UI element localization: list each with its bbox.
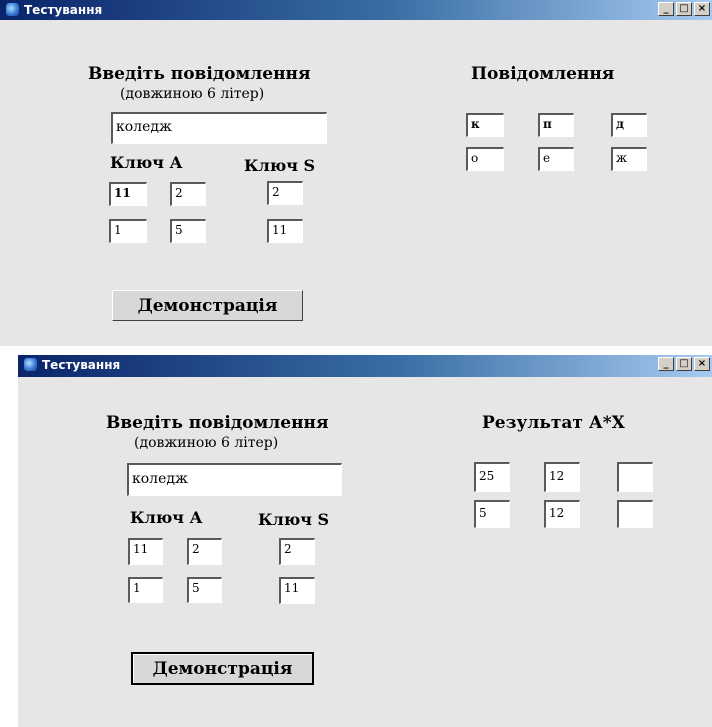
key-s-label: Ключ S <box>258 510 330 529</box>
key-s-cell-2[interactable]: 11 <box>279 577 315 604</box>
title-bar[interactable]: Тестування _ □ × <box>18 355 712 377</box>
key-a-cell-1-1[interactable]: 11 <box>109 182 147 206</box>
key-a-cell-2-2[interactable]: 5 <box>187 577 222 603</box>
title-bar[interactable]: Тестування _ □ × <box>0 0 712 20</box>
key-a-cell-1-1[interactable]: 11 <box>128 538 163 565</box>
key-a-cell-1-2[interactable]: 2 <box>187 538 222 565</box>
output-label: Повідомлення <box>471 64 615 84</box>
output-cell-2-2[interactable]: е <box>538 147 574 171</box>
key-s-cell-1[interactable]: 2 <box>279 538 315 565</box>
output-cell-2-3[interactable]: ж <box>611 147 647 171</box>
key-s-cell-1[interactable]: 2 <box>267 181 303 205</box>
key-a-label: Ключ А <box>130 508 203 527</box>
message-subheading: (довжиною 6 літер) <box>134 435 279 451</box>
message-subheading: (довжиною 6 літер) <box>120 86 265 102</box>
demonstration-button[interactable]: Демонстрація <box>112 290 303 321</box>
output-cell-1-2[interactable]: п <box>538 113 574 137</box>
key-a-label: Ключ А <box>110 153 183 172</box>
result-cell-1-1[interactable]: 25 <box>474 462 510 492</box>
message-heading: Введіть повідомлення <box>106 413 329 433</box>
result-cell-1-3[interactable] <box>617 462 653 492</box>
minimize-button[interactable]: _ <box>658 357 674 371</box>
result-cell-2-2[interactable]: 12 <box>544 500 580 528</box>
key-a-cell-2-2[interactable]: 5 <box>170 219 206 243</box>
close-button[interactable]: × <box>694 357 710 371</box>
key-s-cell-2[interactable]: 11 <box>267 219 303 243</box>
key-a-cell-1-2[interactable]: 2 <box>170 182 206 206</box>
maximize-button[interactable]: □ <box>676 357 692 371</box>
message-input[interactable]: коледж <box>111 112 327 144</box>
window-title: Тестування <box>42 358 121 372</box>
result-cell-2-1[interactable]: 5 <box>474 500 510 528</box>
window-title: Тестування <box>24 3 103 17</box>
key-s-label: Ключ S <box>244 156 316 175</box>
maximize-button[interactable]: □ <box>676 2 692 16</box>
output-cell-2-1[interactable]: о <box>466 147 504 171</box>
result-cell-2-3[interactable] <box>617 500 653 528</box>
key-a-cell-2-1[interactable]: 1 <box>109 219 147 243</box>
message-input[interactable]: коледж <box>127 463 342 496</box>
testing-window-2: Тестування _ □ × Введіть повідомлення (д… <box>18 355 712 727</box>
output-cell-1-3[interactable]: д <box>611 113 647 137</box>
message-heading: Введіть повідомлення <box>88 64 311 84</box>
minimize-button[interactable]: _ <box>658 2 674 16</box>
result-label: Результат А*Х <box>482 413 625 433</box>
app-icon <box>6 3 19 16</box>
app-icon <box>24 358 37 371</box>
close-button[interactable]: × <box>694 2 710 16</box>
output-cell-1-1[interactable]: к <box>466 113 504 137</box>
demonstration-button[interactable]: Демонстрація <box>131 652 314 685</box>
result-cell-1-2[interactable]: 12 <box>544 462 580 492</box>
key-a-cell-2-1[interactable]: 1 <box>128 577 163 603</box>
testing-window-1: Тестування _ □ × Введіть повідомлення (д… <box>0 0 712 346</box>
